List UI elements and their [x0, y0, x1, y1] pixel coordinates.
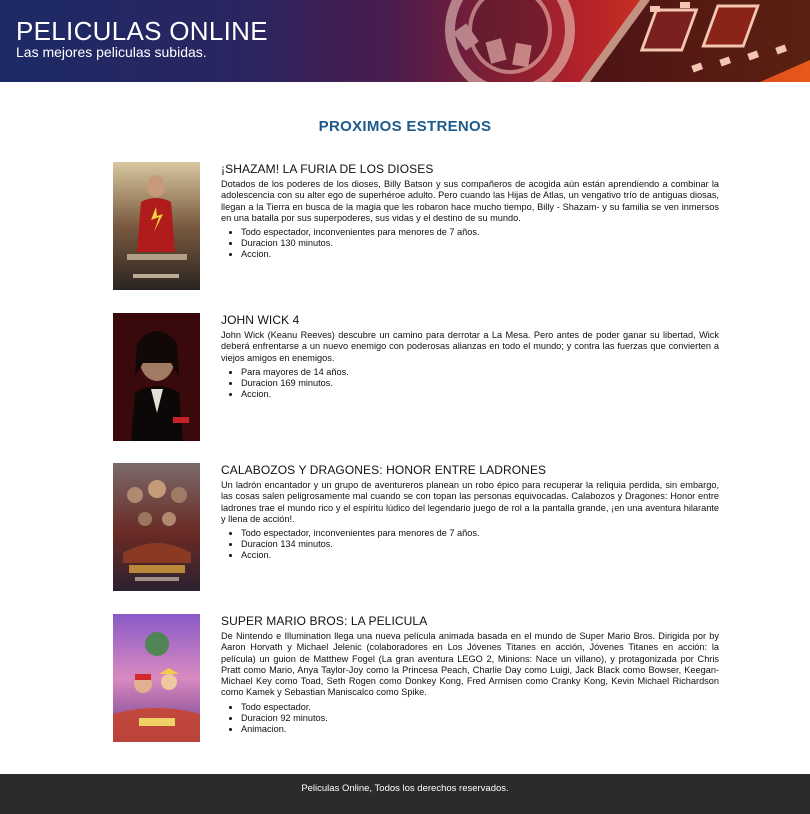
movie-duration: Duracion 92 minutos. — [241, 713, 719, 724]
movie-details: Todo espectador, inconvenientes para men… — [221, 227, 719, 260]
movie-rating: Para mayores de 14 años. — [241, 367, 719, 378]
movie-details: Todo espectador. Duracion 92 minutos. An… — [221, 702, 719, 735]
movie-description: De Nintendo e Illumination llega una nue… — [221, 631, 719, 698]
movie-rating: Todo espectador, inconvenientes para men… — [241, 528, 719, 539]
movie-genre: Animacion. — [241, 724, 719, 735]
movie-details: Todo espectador, inconvenientes para men… — [221, 528, 719, 561]
section-title: PROXIMOS ESTRENOS — [318, 118, 492, 135]
footer: Peliculas Online, Todos los derechos res… — [0, 774, 810, 814]
movie-title: ¡SHAZAM! LA FURIA DE LOS DIOSES — [221, 162, 434, 176]
header-banner: PELICULAS ONLINE Las mejores peliculas s… — [0, 0, 810, 82]
movie-title: SUPER MARIO BROS: LA PELICULA — [221, 614, 428, 628]
film-reel-graphic — [445, 0, 810, 82]
movie-poster[interactable] — [113, 162, 200, 290]
movie-duration: Duracion 134 minutos. — [241, 539, 719, 550]
site-subtitle: Las mejores peliculas subidas. — [16, 44, 207, 60]
movie-details: Para mayores de 14 años. Duracion 169 mi… — [221, 367, 719, 400]
movie-rating: Todo espectador, inconvenientes para men… — [241, 227, 719, 238]
movie-poster[interactable] — [113, 614, 200, 742]
movie-rating: Todo espectador. — [241, 702, 719, 713]
movie-poster[interactable] — [113, 463, 200, 591]
movie-description: Dotados de los poderes de los dioses, Bi… — [221, 179, 719, 223]
movie-description: John Wick (Keanu Reeves) descubre un cam… — [221, 330, 719, 363]
movie-title: JOHN WICK 4 — [221, 313, 300, 327]
site-title: PELICULAS ONLINE — [16, 16, 268, 46]
movie-duration: Duracion 169 minutos. — [241, 378, 719, 389]
movie-poster[interactable] — [113, 313, 200, 441]
movie-genre: Accion. — [241, 249, 719, 260]
movie-description: Un ladrón encantador y un grupo de avent… — [221, 480, 719, 524]
movie-title: CALABOZOS Y DRAGONES: HONOR ENTRE LADRON… — [221, 463, 547, 477]
footer-text: Peliculas Online, Todos los derechos res… — [301, 783, 509, 794]
movie-genre: Accion. — [241, 389, 719, 400]
movie-genre: Accion. — [241, 550, 719, 561]
movie-duration: Duracion 130 minutos. — [241, 238, 719, 249]
